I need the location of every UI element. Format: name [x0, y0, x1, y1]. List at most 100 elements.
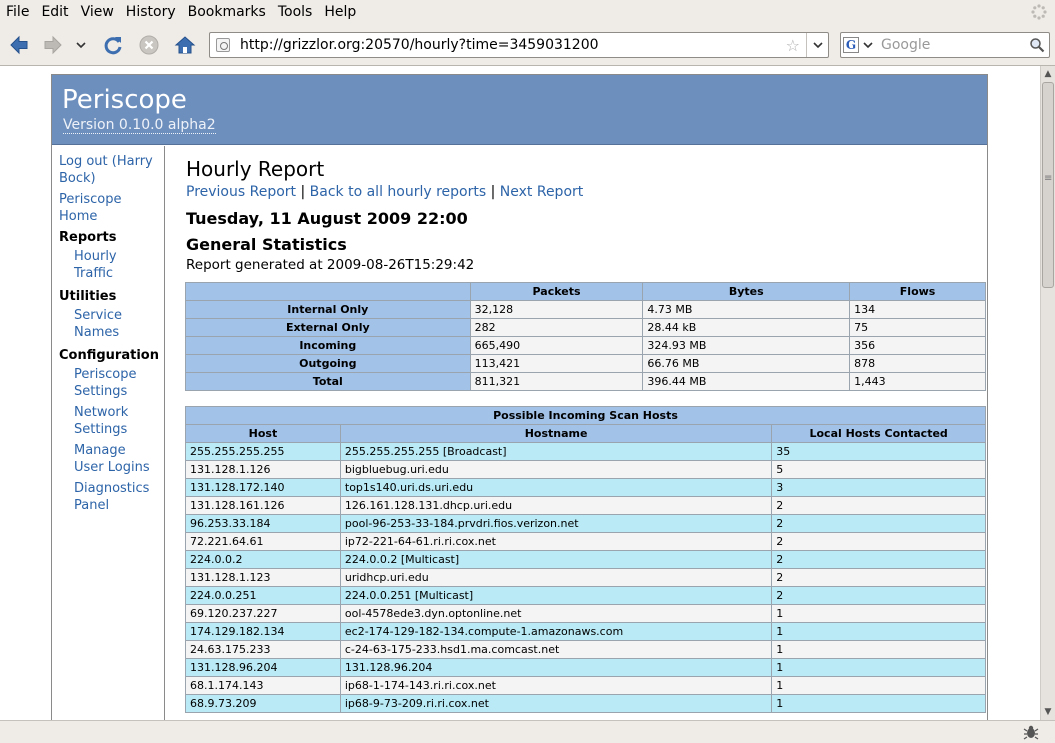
report-generated-time: Report generated at 2009-08-26T15:29:42: [186, 257, 475, 273]
back-button[interactable]: [6, 32, 32, 58]
table-row: 131.128.1.126 bigbluebug.uri.edu 5: [185, 460, 986, 479]
nav-separator: |: [300, 184, 306, 200]
sidebar-item-network-settings[interactable]: Network Settings: [74, 404, 159, 438]
menu-file[interactable]: File: [0, 4, 35, 20]
table-cell: 68.9.73.209: [185, 694, 341, 713]
column-header: [185, 282, 471, 301]
table-row: 72.221.64.61 ip72-221-64-61.ri.ri.cox.net…: [185, 532, 986, 551]
table-cell: 131.128.1.126: [185, 460, 341, 479]
table-cell: 24.63.175.233: [185, 640, 341, 659]
status-bar: [0, 720, 1055, 743]
forward-arrow-icon: [44, 35, 62, 55]
table-cell: 224.0.0.251 [Multicast]: [339, 586, 773, 605]
periscope-home-link[interactable]: Periscope Home: [59, 191, 159, 225]
table-row: Outgoing 113,421 66.76 MB 878: [185, 354, 986, 373]
table-row: 96.253.33.184 pool-96-253-33-184.prvdri.f…: [185, 514, 986, 533]
table-cell: ip68-9-73-209.ri.ri.cox.net: [339, 694, 773, 713]
menu-help[interactable]: Help: [318, 4, 362, 20]
menu-bookmarks[interactable]: Bookmarks: [182, 4, 272, 20]
home-button[interactable]: [172, 32, 198, 58]
table-cell: c-24-63-175-233.hsd1.ma.comcast.net: [339, 640, 773, 659]
table-row: 131.128.172.140 top1s140.uri.ds.uri.edu 3: [185, 478, 986, 497]
address-bar[interactable]: ☆: [209, 32, 829, 58]
chevron-down-icon: [812, 42, 823, 49]
row-header: Internal Only: [185, 300, 471, 319]
search-bar[interactable]: G: [840, 32, 1050, 58]
search-input[interactable]: [881, 36, 1026, 54]
sidebar-item-periscope-settings[interactable]: Periscope Settings: [74, 366, 159, 400]
table-cell: 2: [771, 550, 986, 569]
general-statistics-heading: General Statistics: [186, 235, 347, 254]
table-cell: 878: [849, 354, 986, 373]
previous-report-link[interactable]: Previous Report: [186, 184, 296, 200]
reload-button[interactable]: [100, 32, 126, 58]
report-date: Tuesday, 11 August 2009 22:00: [186, 209, 468, 228]
table-cell: 396.44 MB: [642, 372, 851, 391]
table-cell: 28.44 kB: [642, 318, 851, 337]
sidebar-item-service-names[interactable]: Service Names: [74, 307, 149, 341]
search-engine-selector[interactable]: G: [843, 36, 877, 54]
table-row: 68.1.174.143 ip68-1-174-143.ri.ri.cox.net…: [185, 676, 986, 695]
sidebar-item-diagnostics-panel[interactable]: Diagnostics Panel: [74, 480, 159, 514]
reload-icon: [104, 37, 122, 55]
site-identity-icon[interactable]: [216, 38, 230, 52]
table-cell: bigbluebug.uri.edu: [339, 460, 773, 479]
bookmark-star-icon[interactable]: ☆: [786, 36, 800, 55]
table-cell: 131.128.161.126: [185, 496, 341, 515]
sidebar-item-manage-user-logins[interactable]: Manage User Logins: [74, 442, 159, 476]
table-cell: 174.129.182.134: [185, 622, 341, 641]
menu-history[interactable]: History: [120, 4, 182, 20]
back-arrow-icon: [10, 35, 28, 55]
scroll-down-icon[interactable]: ▼: [1043, 707, 1053, 717]
table-cell: 282: [469, 318, 644, 337]
table-cell: 131.128.96.204: [339, 658, 773, 677]
sidebar-item-hourly-traffic[interactable]: Hourly Traffic: [74, 248, 144, 282]
table-row: 68.9.73.209 ip68-9-73-209.ri.ri.cox.net 1: [185, 694, 986, 713]
url-dropdown-button[interactable]: [806, 33, 828, 57]
firebug-icon[interactable]: [1023, 724, 1039, 740]
general-statistics-table: Packets Bytes Flows Internal Only 32,128 4…: [185, 282, 986, 391]
url-input[interactable]: [240, 36, 780, 54]
menu-tools[interactable]: Tools: [272, 4, 319, 20]
forward-button[interactable]: [40, 32, 66, 58]
column-header: Packets: [469, 282, 644, 301]
table-cell: 224.0.0.2: [185, 550, 341, 569]
column-header: Flows: [849, 282, 986, 301]
vertical-scrollbar[interactable]: ▲ ▼: [1040, 66, 1055, 720]
table-cell: 131.128.1.123: [185, 568, 341, 587]
google-logo-icon: G: [843, 37, 859, 53]
history-dropdown-button[interactable]: [72, 32, 90, 58]
table-row: Incoming 665,490 324.93 MB 356: [185, 336, 986, 355]
table-row: 174.129.182.134 ec2-174-129-182-134.compu…: [185, 622, 986, 641]
stop-button[interactable]: [136, 32, 162, 58]
table-cell: 131.128.172.140: [185, 478, 341, 497]
table-cell: 255.255.255.255 [Broadcast]: [339, 442, 773, 461]
scroll-up-icon[interactable]: ▲: [1043, 69, 1053, 79]
table-cell: 2: [771, 514, 986, 533]
table-row: 131.128.161.126 126.161.128.131.dhcp.uri.…: [185, 496, 986, 515]
next-report-link[interactable]: Next Report: [500, 184, 583, 200]
table-row: External Only 282 28.44 kB 75: [185, 318, 986, 337]
table-cell: 1: [771, 676, 986, 695]
chevron-down-icon: [863, 42, 873, 49]
menu-edit[interactable]: Edit: [35, 4, 74, 20]
table-caption: Possible Incoming Scan Hosts: [185, 406, 986, 425]
menu-view[interactable]: View: [75, 4, 120, 20]
all-hourly-reports-link[interactable]: Back to all hourly reports: [310, 184, 487, 200]
table-cell: 75: [849, 318, 986, 337]
table-cell: 1: [771, 658, 986, 677]
table-row: 255.255.255.255 255.255.255.255 [Broadcas…: [185, 442, 986, 461]
navigation-toolbar: ☆ G: [0, 24, 1055, 66]
page-viewport: Periscope Version 0.10.0 alpha2 Log out …: [0, 66, 1040, 720]
table-cell: 4.73 MB: [642, 300, 851, 319]
table-row: 24.63.175.233 c-24-63-175-233.hsd1.ma.com…: [185, 640, 986, 659]
table-cell: 811,321: [469, 372, 644, 391]
search-magnifier-icon[interactable]: [1029, 37, 1045, 53]
table-cell: ool-4578ede3.dyn.optonline.net: [339, 604, 773, 623]
table-cell: 134: [849, 300, 986, 319]
stop-icon: [139, 35, 159, 55]
scrollbar-thumb[interactable]: [1042, 82, 1054, 288]
logout-link[interactable]: Log out (Harry Bock): [59, 153, 159, 187]
table-cell: 324.93 MB: [642, 336, 851, 355]
table-cell: 665,490: [469, 336, 644, 355]
